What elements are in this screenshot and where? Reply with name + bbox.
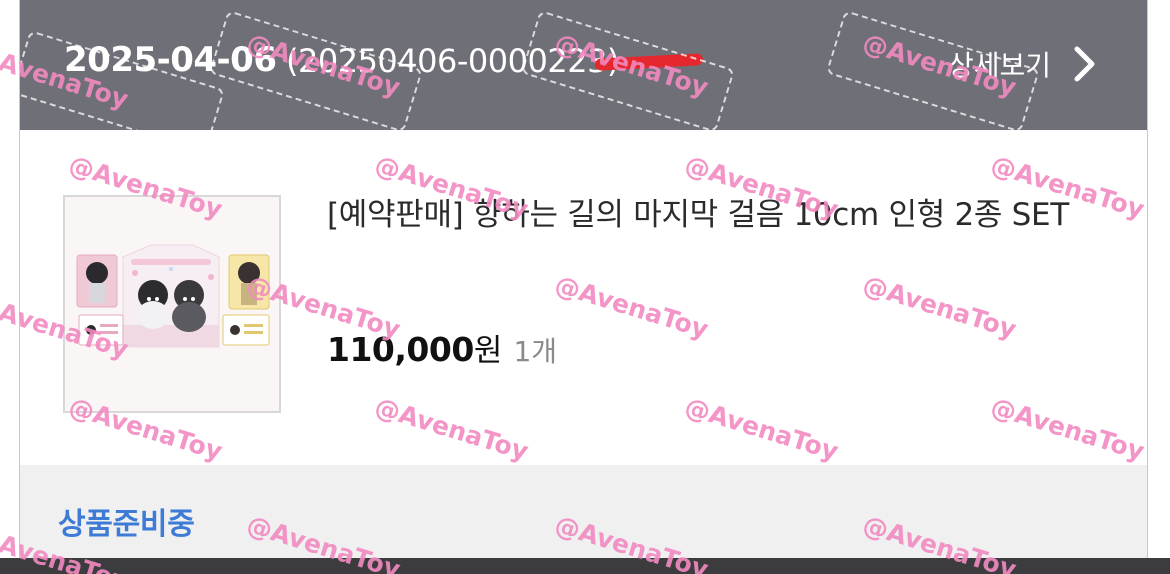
product-thumbnail[interactable] (63, 195, 281, 413)
price-currency: 원 (473, 333, 503, 369)
detail-link-label: 상세보기 (948, 49, 1052, 82)
price-amount: 110,000 (327, 330, 474, 369)
order-date: 2025-04-06 (64, 40, 277, 80)
order-detail-link[interactable]: 상세보기 (948, 42, 1097, 86)
order-header: 2025-04-06 (20250406-0000223) 상세보기 (20, 0, 1147, 130)
order-number: (20250406-0000223) (286, 42, 619, 80)
order-status-label: 상품준비중 (58, 507, 195, 542)
chevron-right-icon[interactable] (1073, 44, 1097, 84)
bottom-bar (0, 558, 1170, 574)
product-title[interactable]: [예약판매] 향하는 길의 마지막 걸음 10cm 인형 2종 SET (327, 192, 1107, 238)
price-row: 110,000원 1개 (327, 325, 557, 370)
quantity-label: 1개 (513, 335, 558, 368)
product-card[interactable]: [예약판매] 향하는 길의 마지막 걸음 10cm 인형 2종 SET 110,… (20, 130, 1147, 465)
order-status-band: 상품준비중 (20, 465, 1147, 558)
right-edge (1147, 0, 1170, 574)
left-edge (0, 0, 20, 574)
